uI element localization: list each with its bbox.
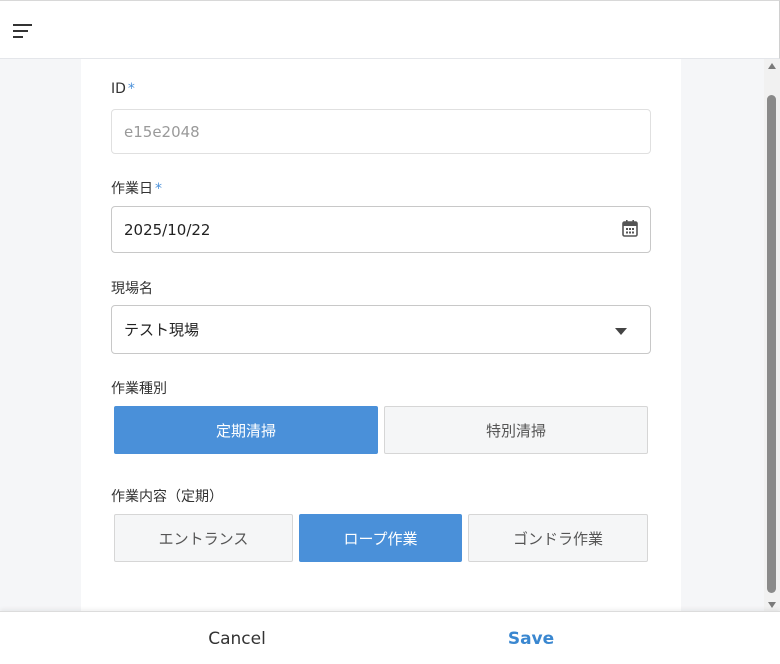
work-content-label: 作業内容（定期）: [111, 486, 223, 506]
id-label-text: ID: [111, 81, 126, 97]
scroll-down-arrow-icon[interactable]: [768, 602, 776, 608]
date-field[interactable]: 2025/10/22: [111, 206, 651, 253]
id-required-mark: *: [127, 81, 135, 97]
site-label: 現場名: [111, 278, 153, 298]
work-content-label-text: 作業内容（定期）: [111, 489, 223, 505]
date-value: 2025/10/22: [124, 220, 211, 239]
cancel-button[interactable]: Cancel: [137, 612, 337, 664]
work-content-option-entrance[interactable]: エントランス: [114, 514, 293, 562]
work-type-label-text: 作業種別: [111, 381, 167, 397]
id-value: e15e2048: [124, 122, 200, 141]
scrollbar-thumb[interactable]: [767, 95, 776, 593]
work-content-option-gondola[interactable]: ゴンドラ作業: [468, 514, 648, 562]
id-field: e15e2048: [111, 109, 651, 154]
date-label: 作業日 *: [111, 178, 162, 198]
action-footer: Cancel Save: [0, 611, 780, 664]
scrollbar[interactable]: [764, 59, 780, 611]
work-type-label: 作業種別: [111, 378, 167, 398]
site-select[interactable]: テスト現場: [111, 305, 651, 354]
menu-icon[interactable]: [13, 23, 33, 39]
work-type-option-regular[interactable]: 定期清掃: [114, 406, 378, 454]
work-content-option-rope[interactable]: ロープ作業: [299, 514, 462, 562]
date-label-text: 作業日: [111, 181, 153, 197]
app-header: [0, 0, 780, 59]
calendar-icon[interactable]: [622, 219, 638, 241]
caret-down-icon[interactable]: [615, 321, 627, 339]
site-value: テスト現場: [124, 321, 200, 339]
id-label: ID *: [111, 81, 135, 97]
site-label-text: 現場名: [111, 281, 153, 297]
save-button[interactable]: Save: [431, 612, 631, 664]
work-type-option-special[interactable]: 特別清掃: [384, 406, 648, 454]
scroll-up-arrow-icon[interactable]: [768, 63, 776, 69]
date-required-mark: *: [155, 181, 162, 197]
